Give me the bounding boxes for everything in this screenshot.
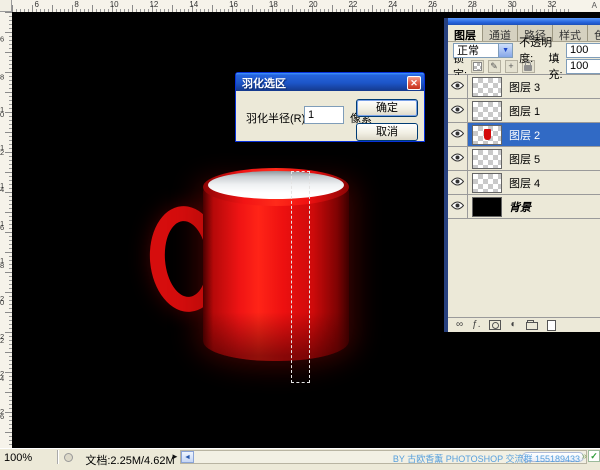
layer-row[interactable]: 图层 4: [448, 171, 600, 195]
scroll-left-icon[interactable]: ◄: [181, 451, 194, 463]
layer-name: 图层 2: [509, 127, 540, 143]
ruler-vertical[interactable]: 681 01 21 41 61 82 02 22 42 6: [0, 12, 12, 448]
layer-thumbnail[interactable]: [472, 149, 502, 169]
dialog-title: 羽化选区: [242, 75, 407, 91]
layer-list: 图层 3 图层 1 图层 2: [448, 74, 600, 219]
tab-4[interactable]: 色板: [588, 25, 600, 41]
status-circle-icon: [64, 453, 73, 462]
blend-mode-value: 正常: [457, 42, 479, 58]
close-icon[interactable]: ✕: [407, 76, 421, 90]
layer-name: 图层 4: [509, 175, 540, 191]
visibility-toggle[interactable]: [448, 75, 468, 98]
layers-panel: 图层通道路径样式色板 正常 ▼ 不透明度: 锁定: ✎ + 填充:: [444, 18, 600, 332]
adjustment-layer-icon[interactable]: ◐: [510, 320, 516, 330]
ruler-corner: [0, 0, 12, 12]
ruler-horizontal[interactable]: 68101214161820222426283032: [12, 0, 600, 12]
status-bar: 100% 文档:2.25M/4.62M ► ◄ BY 古欧香薰 PHOTOSHO…: [0, 448, 600, 470]
fill-input[interactable]: [566, 59, 600, 74]
zoom-level[interactable]: 100%: [4, 452, 32, 464]
eye-icon: [451, 201, 464, 213]
layer-name: 背景: [509, 199, 531, 215]
chevron-down-icon[interactable]: ▼: [498, 44, 512, 57]
eye-icon: [451, 177, 464, 189]
document-size: 文档:2.25M/4.62M: [80, 452, 180, 468]
new-layer-icon[interactable]: [547, 320, 556, 331]
mug-rim-interior: [208, 171, 344, 199]
divider: [57, 450, 58, 464]
visibility-toggle[interactable]: [448, 99, 468, 122]
layer-name: 图层 3: [509, 79, 540, 95]
watermark-text: BY 古欧香薰 PHOTOSHOP 交流群 155189433: [393, 452, 580, 465]
cancel-button[interactable]: 取消: [356, 123, 418, 141]
photoshop-window: 68101214161820222426283032 681 01 21 41 …: [0, 0, 600, 470]
mug-body: [203, 186, 349, 361]
mug-rim: [203, 168, 349, 206]
tab-1[interactable]: 通道: [483, 25, 518, 41]
eye-icon: [451, 153, 464, 165]
green-check-icon: ✓: [588, 450, 600, 462]
lock-transparency-icon[interactable]: [471, 60, 484, 73]
eye-icon: [451, 81, 464, 93]
layer-mask-icon[interactable]: [489, 320, 501, 330]
layer-name: 图层 5: [509, 151, 540, 167]
dialog-titlebar[interactable]: 羽化选区 ✕: [236, 73, 424, 91]
ruler-end-glyph: A: [570, 0, 600, 12]
lock-position-icon[interactable]: +: [505, 60, 518, 73]
blend-row: 正常 ▼ 不透明度:: [448, 42, 600, 58]
visibility-toggle[interactable]: [448, 171, 468, 194]
visibility-toggle[interactable]: [448, 195, 468, 218]
status-menu-arrow-icon[interactable]: ►: [171, 452, 179, 461]
layer-row[interactable]: 图层 2: [448, 123, 600, 147]
link-layers-icon[interactable]: ∞: [456, 320, 463, 330]
new-group-icon[interactable]: [526, 320, 538, 330]
layer-thumbnail[interactable]: [472, 77, 502, 97]
watermark-arrow: »: [581, 451, 587, 462]
layer-row[interactable]: 图层 5: [448, 147, 600, 171]
panel-bottom-bar: ∞ ƒ. ◐: [448, 317, 600, 332]
lock-paint-icon[interactable]: ✎: [488, 60, 501, 73]
opacity-input[interactable]: [566, 43, 600, 58]
feather-dialog: 羽化选区 ✕ 羽化半径(R): 像素 确定 取消: [235, 72, 425, 142]
selection-marquee[interactable]: [291, 171, 310, 383]
tab-0[interactable]: 图层: [448, 25, 483, 41]
visibility-toggle[interactable]: [448, 123, 468, 146]
panel-titlebar[interactable]: [448, 18, 600, 25]
feather-radius-input[interactable]: [304, 106, 344, 124]
blend-mode-select[interactable]: 正常 ▼: [453, 43, 513, 58]
feather-radius-label: 羽化半径(R):: [246, 110, 308, 126]
layer-row[interactable]: 图层 1: [448, 99, 600, 123]
layer-thumbnail[interactable]: [472, 197, 502, 217]
eye-icon: [451, 129, 464, 141]
eye-icon: [451, 105, 464, 117]
ok-button[interactable]: 确定: [356, 99, 418, 117]
layer-row[interactable]: 背景: [448, 195, 600, 219]
layer-thumbnail[interactable]: [472, 125, 502, 145]
layer-thumbnail[interactable]: [472, 101, 502, 121]
dialog-body: 羽化半径(R): 像素 确定 取消: [236, 91, 424, 143]
visibility-toggle[interactable]: [448, 147, 468, 170]
layer-row[interactable]: 图层 3: [448, 75, 600, 99]
lock-icons: ✎ +: [471, 60, 535, 73]
layer-name: 图层 1: [509, 103, 540, 119]
layer-style-icon[interactable]: ƒ.: [472, 320, 480, 330]
layer-thumbnail[interactable]: [472, 173, 502, 193]
